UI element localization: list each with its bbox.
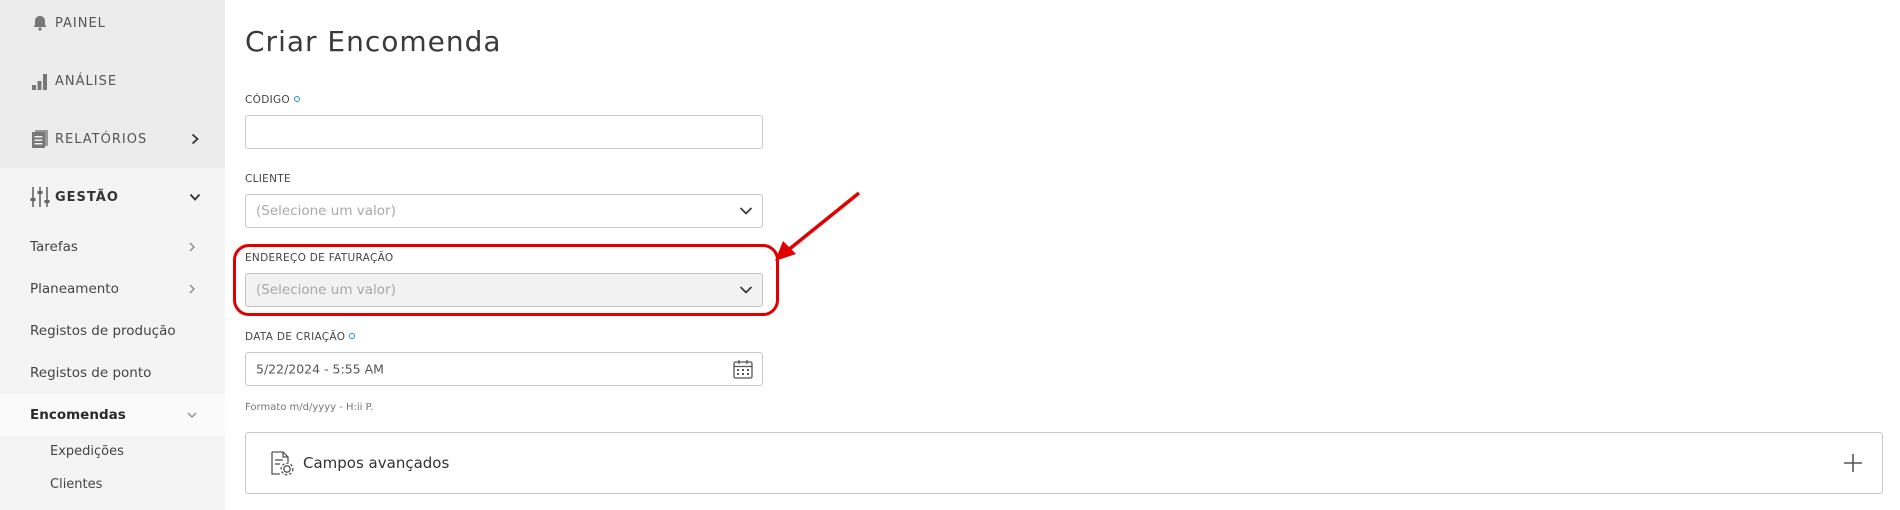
creation-date-value: 5/22/2024 - 5:55 AM: [256, 361, 384, 377]
sidebar-item-planeamento[interactable]: Planeamento: [0, 268, 225, 310]
client-label: CLIENTE: [245, 173, 291, 185]
sidebar-item-label: ANÁLISE: [55, 73, 118, 89]
creation-date-input[interactable]: 5/22/2024 - 5:55 AM: [245, 352, 763, 386]
chevron-down-icon: [189, 193, 201, 201]
client-label-text: CLIENTE: [245, 173, 291, 185]
client-placeholder: (Selecione um valor): [256, 203, 396, 219]
chevron-down-icon: [739, 207, 753, 215]
sidebar: PAINEL ANÁLISE RELATÓRIOS GESTÃO Tarefas…: [0, 0, 225, 510]
bell-icon: [29, 12, 51, 34]
sidebar-item-label: GESTÃO: [55, 189, 119, 205]
chevron-right-icon: [189, 284, 195, 294]
sidebar-item-encomendas[interactable]: Encomendas: [0, 394, 225, 436]
sliders-icon: [29, 186, 51, 208]
plus-icon[interactable]: [1842, 452, 1864, 474]
sidebar-item-analise[interactable]: ANÁLISE: [0, 52, 225, 110]
sidebar-item-label: Planeamento: [30, 281, 119, 297]
advanced-fields-panel[interactable]: Campos avançados: [245, 432, 1883, 494]
document-settings-icon: [271, 451, 294, 476]
sidebar-item-registos-producao[interactable]: Registos de produção: [0, 310, 225, 352]
code-label: CÓDIGO: [245, 94, 300, 106]
sidebar-item-relatorios[interactable]: RELATÓRIOS: [0, 110, 225, 168]
annotation-highlight: [233, 244, 779, 316]
chevron-down-icon: [187, 412, 197, 418]
calendar-icon[interactable]: [732, 358, 754, 380]
sidebar-item-label: Registos de produção: [30, 323, 176, 339]
required-indicator-icon: [293, 96, 300, 102]
required-indicator-icon: [349, 333, 356, 339]
page-title: Criar Encomenda: [245, 25, 502, 58]
sidebar-item-painel[interactable]: PAINEL: [0, 0, 225, 52]
sidebar-item-label: Encomendas: [30, 407, 126, 423]
client-select[interactable]: (Selecione um valor): [245, 194, 763, 228]
chevron-right-icon: [189, 242, 195, 252]
date-format-hint: Formato m/d/yyyy - H:ii P.: [245, 402, 374, 413]
sidebar-item-label: Tarefas: [30, 239, 78, 255]
sidebar-item-tarefas[interactable]: Tarefas: [0, 226, 225, 268]
annotation-arrow-icon: [775, 191, 861, 261]
reports-icon: [29, 128, 51, 150]
creation-date-label: DATA DE CRIAÇÃO: [245, 331, 356, 343]
sidebar-item-label: RELATÓRIOS: [55, 131, 148, 147]
sidebar-item-label: Clientes: [50, 476, 103, 492]
creation-date-label-text: DATA DE CRIAÇÃO: [245, 331, 346, 343]
sidebar-item-expedicoes[interactable]: Expedições: [0, 435, 225, 467]
advanced-fields-label: Campos avançados: [303, 454, 450, 472]
chevron-right-icon: [191, 133, 199, 145]
sidebar-item-gestao[interactable]: GESTÃO: [0, 168, 225, 226]
sidebar-item-clientes[interactable]: Clientes: [0, 468, 225, 500]
sidebar-item-label: Registos de ponto: [30, 365, 152, 381]
sidebar-item-label: Expedições: [50, 443, 124, 459]
sidebar-item-label: PAINEL: [55, 15, 106, 31]
code-input[interactable]: [245, 115, 763, 149]
bar-chart-icon: [29, 70, 51, 92]
code-label-text: CÓDIGO: [245, 94, 290, 106]
sidebar-item-registos-ponto[interactable]: Registos de ponto: [0, 352, 225, 394]
